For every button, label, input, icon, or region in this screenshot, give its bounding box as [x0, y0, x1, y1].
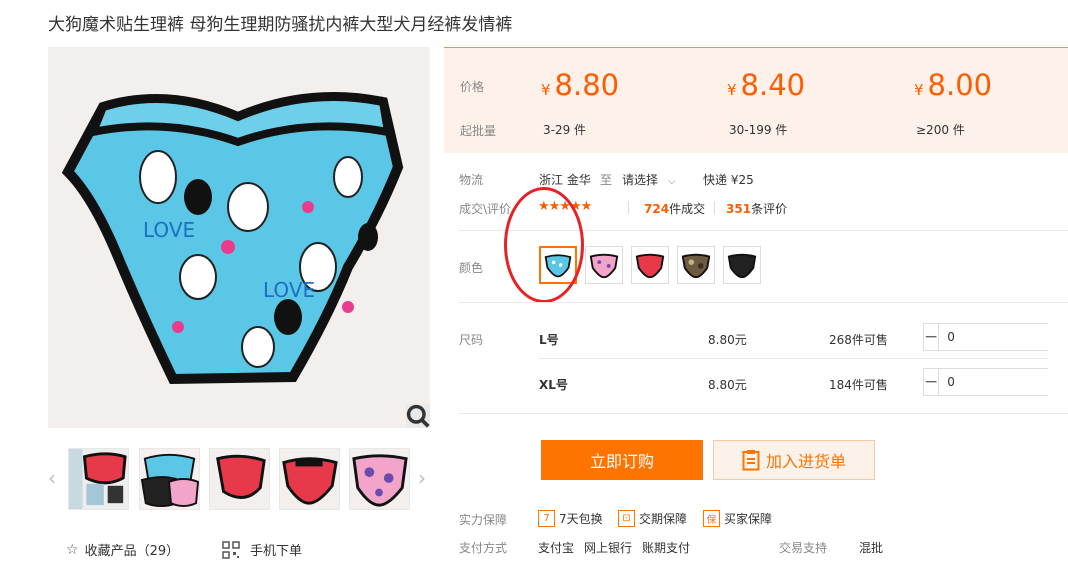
price-label: 价格 [460, 80, 485, 94]
payment-method: 网上银行 [584, 541, 633, 555]
guarantee-label: 实力保障 [459, 513, 508, 527]
size-price: 8.80元 [708, 333, 747, 347]
size-stock: 184件可售 [829, 378, 888, 392]
quantity-stepper: − + [923, 368, 1068, 396]
quantity-input[interactable] [939, 369, 1068, 395]
main-product-image[interactable]: LOVE LOVE [48, 47, 430, 428]
review-count[interactable]: 351条评价 [726, 200, 787, 217]
trade-support-value: 混批 [859, 541, 884, 555]
minus-button[interactable]: − [924, 324, 940, 350]
divider [459, 302, 1068, 303]
product-title: 大狗魔术贴生理裤 母狗生理期防骚扰内裤大型犬月经裤发情裤 [48, 15, 513, 35]
thumbnail-2[interactable] [139, 448, 200, 510]
guarantee-delivery[interactable]: ⊡ 交期保障 [618, 510, 687, 527]
size-name: XL号 [539, 378, 568, 392]
star-outline-icon: ☆ [66, 541, 79, 558]
guarantee-text: 交期保障 [639, 512, 688, 526]
logistics-to: 至 [600, 173, 613, 187]
size-label: 尺码 [459, 333, 484, 347]
svg-text:LOVE: LOVE [263, 278, 315, 302]
payment-method: 账期支付 [642, 541, 691, 555]
color-swatch-pink[interactable] [585, 246, 623, 284]
tier-range-2: 30-199 件 [729, 123, 788, 137]
guarantee-text: 买家保障 [724, 512, 773, 526]
mobile-order-button[interactable]: 手机下单 [222, 540, 302, 559]
deals-label: 成交\评价 [459, 202, 512, 216]
color-swatch-camo[interactable] [677, 246, 715, 284]
magnifier-icon [406, 404, 430, 428]
annotation-circle [504, 187, 584, 303]
guarantee-text: 7天包换 [559, 512, 603, 526]
add-to-cart-label: 加入进货单 [765, 452, 846, 471]
shipping-fee: 快递 ¥25 [703, 173, 754, 187]
deal-count[interactable]: 724件成交 [644, 200, 705, 217]
logistics-origin: 浙江 金华 [539, 173, 591, 187]
guarantee-buyer[interactable]: 保 买家保障 [703, 510, 772, 527]
thumbnail-3[interactable] [209, 448, 270, 510]
zoom-button[interactable] [406, 404, 430, 428]
tier-range-1: 3-29 件 [543, 123, 587, 137]
chevron-down-icon: ⌵ [668, 176, 676, 187]
thumbnail-4[interactable] [279, 448, 340, 510]
logistics-label: 物流 [459, 173, 484, 187]
size-stock: 268件可售 [829, 333, 888, 347]
divider [539, 358, 1048, 359]
qr-code-icon [222, 540, 240, 559]
size-name: L号 [539, 333, 559, 347]
thumbnail-strip: ‹ › [48, 448, 436, 510]
favorite-label: 收藏产品（29） [84, 544, 180, 559]
tier-price-1: ¥8.80 [541, 68, 620, 102]
divider [459, 413, 1068, 414]
color-label: 颜色 [459, 261, 484, 275]
guarantee-7day[interactable]: 7 7天包换 [538, 510, 603, 527]
quantity-stepper: − + [923, 323, 1068, 351]
trade-support-label: 交易支持 [779, 541, 828, 555]
payment-label: 支付方式 [459, 541, 508, 555]
tier-range-3: ≥200 件 [916, 123, 965, 137]
thumbnail-1[interactable] [68, 448, 129, 510]
svg-text:LOVE: LOVE [143, 218, 195, 242]
favorite-button[interactable]: ☆ 收藏产品（29） [66, 540, 180, 560]
quantity-input[interactable] [939, 324, 1068, 350]
thumb-prev-arrow-icon[interactable]: ‹ [48, 466, 56, 490]
color-swatch-red[interactable] [631, 246, 669, 284]
minus-button[interactable]: − [924, 369, 940, 395]
delivery-icon: ⊡ [618, 510, 635, 527]
size-price: 8.80元 [708, 378, 747, 392]
tier-price-3: ¥8.00 [914, 68, 993, 102]
clipboard-icon [742, 450, 760, 471]
seven-day-icon: 7 [538, 510, 555, 527]
divider [714, 201, 715, 214]
buy-now-button[interactable]: 立即订购 [541, 440, 703, 480]
color-swatch-black[interactable] [723, 246, 761, 284]
tier-price-2: ¥8.40 [727, 68, 806, 102]
shield-icon: 保 [703, 510, 720, 527]
destination-select[interactable]: 请选择 ⌵ [622, 171, 676, 188]
divider [628, 201, 629, 214]
add-to-cart-button[interactable]: 加入进货单 [713, 440, 875, 480]
moq-label: 起批量 [460, 124, 497, 138]
payment-method: 支付宝 [538, 541, 575, 555]
mobile-order-label: 手机下单 [250, 544, 303, 559]
thumb-next-arrow-icon[interactable]: › [418, 466, 426, 490]
price-box: 价格 起批量 ¥8.80 ¥8.40 ¥8.00 3-29 件 30-199 件… [444, 47, 1068, 153]
thumbnail-5[interactable] [349, 448, 410, 510]
